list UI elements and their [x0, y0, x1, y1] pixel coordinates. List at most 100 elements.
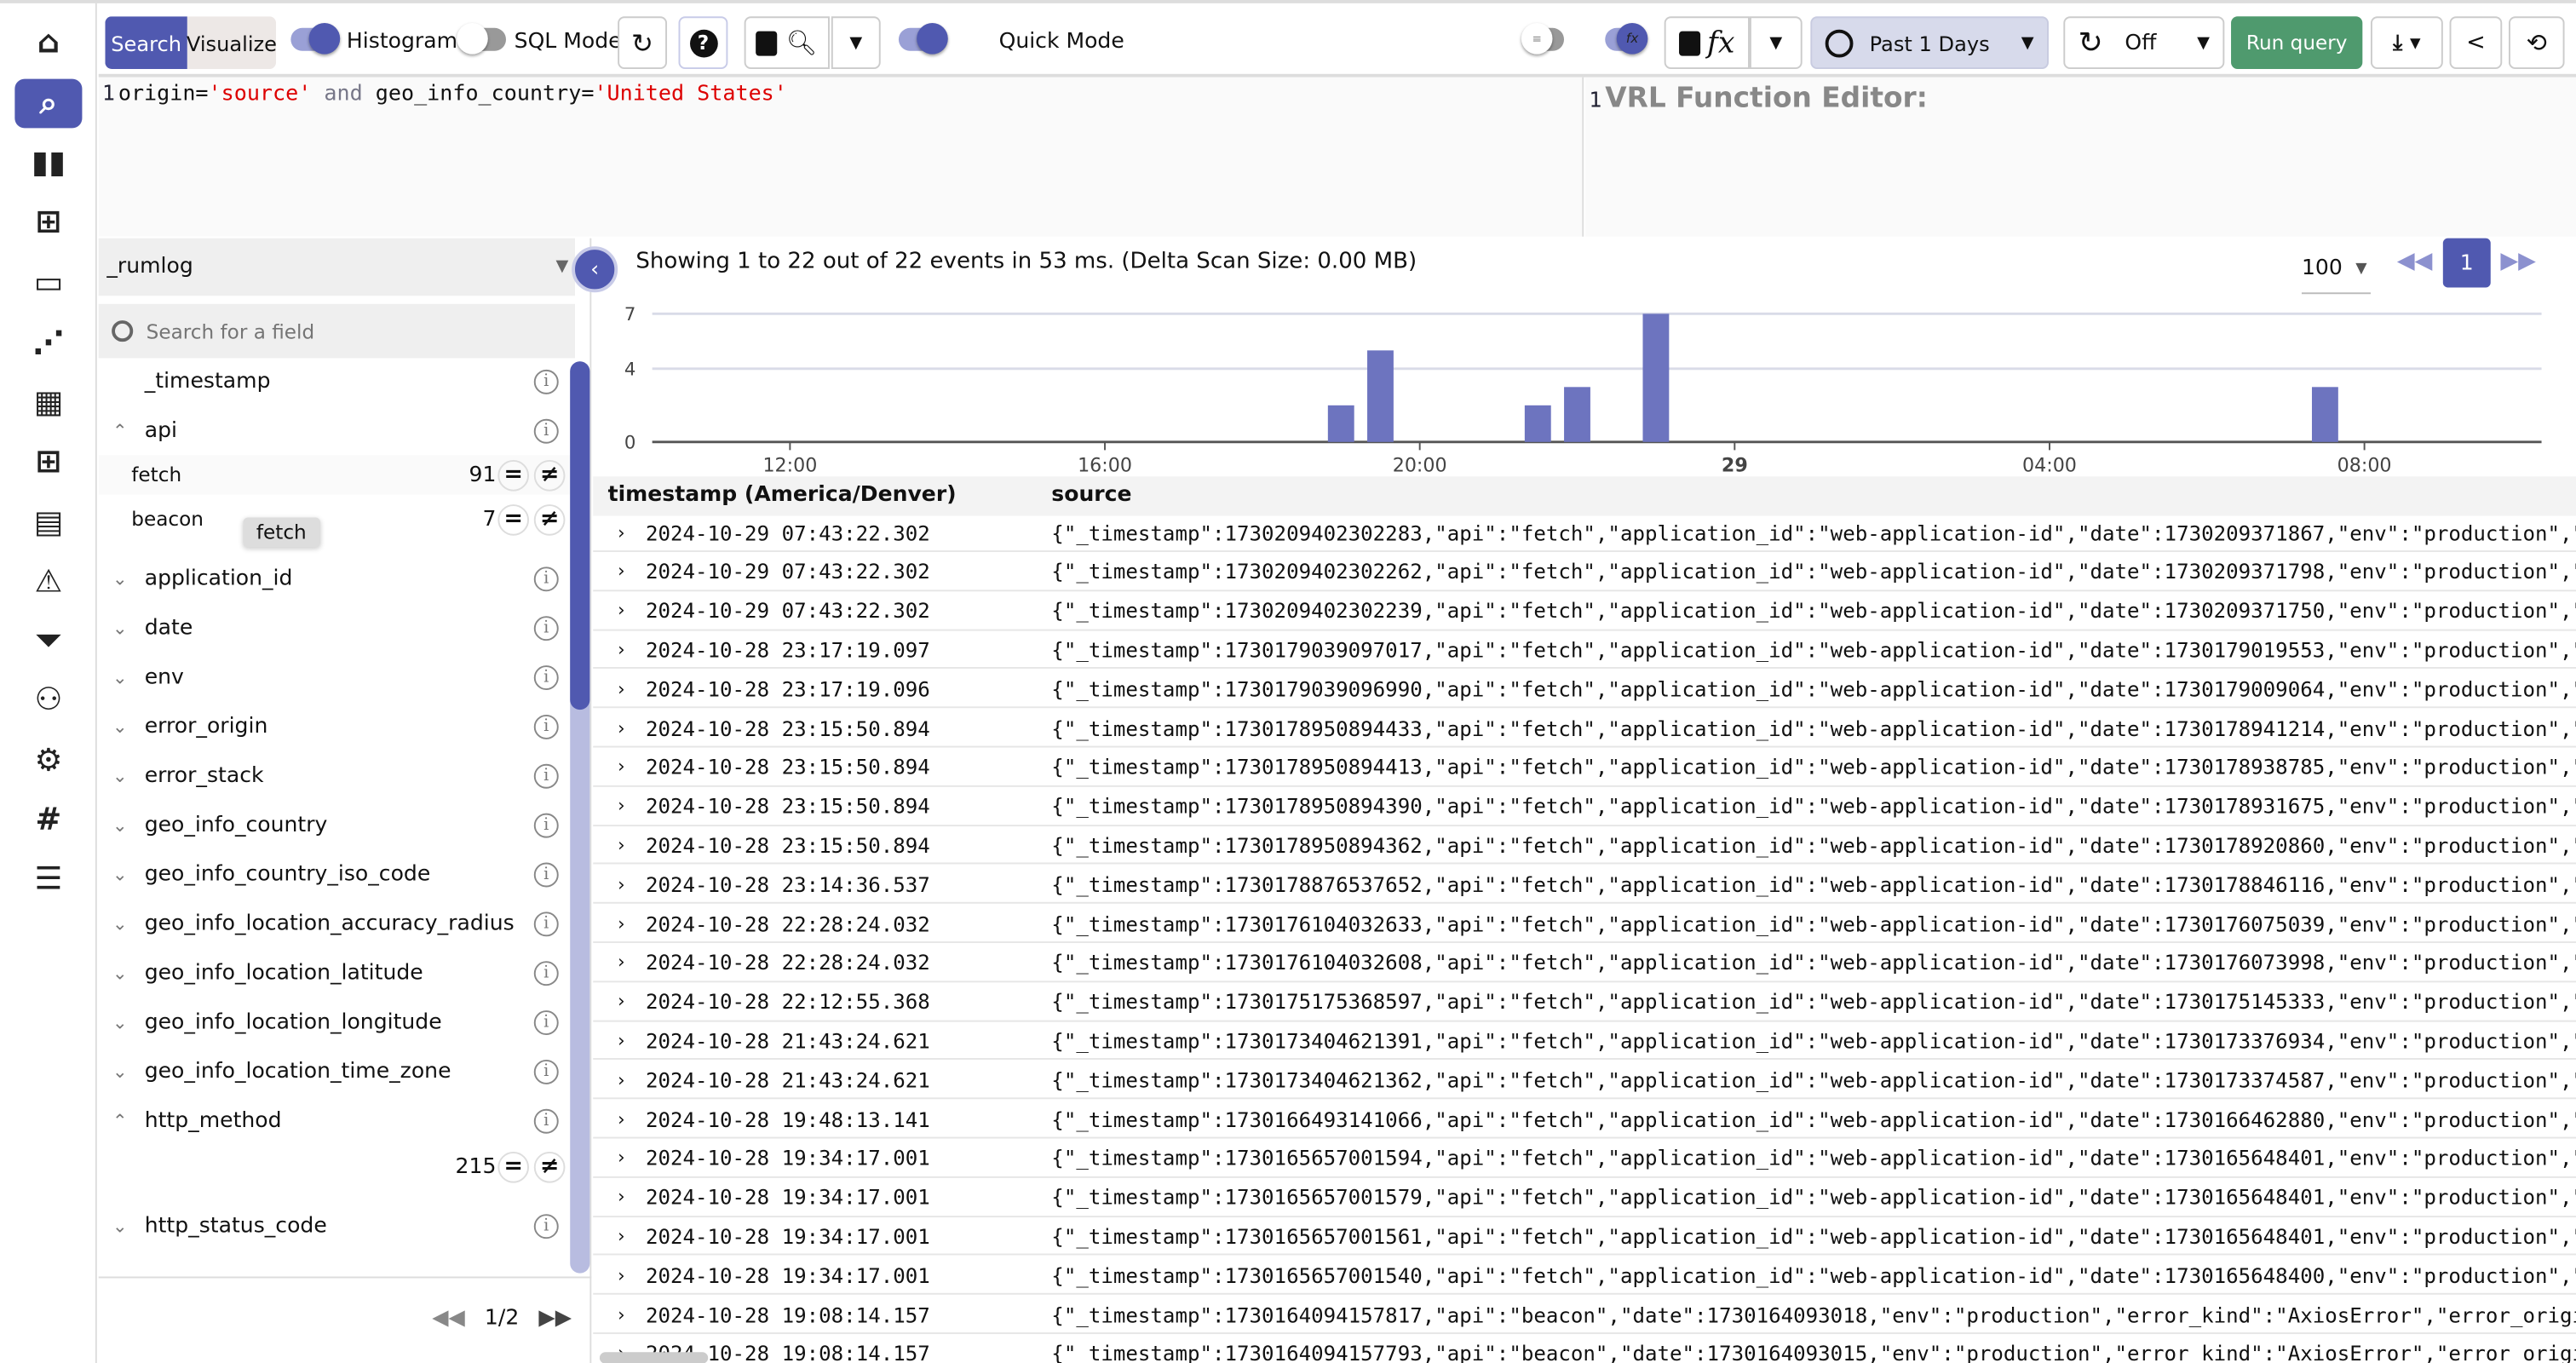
- info-icon[interactable]: i: [533, 1107, 559, 1133]
- next-page-icon[interactable]: ▶▶: [2500, 248, 2536, 274]
- chevron-down-icon[interactable]: ⌄: [105, 716, 135, 737]
- field-error_origin[interactable]: ⌄ error_origin i: [99, 703, 575, 749]
- column-header-timestamp[interactable]: timestamp (America/Denver): [608, 483, 957, 508]
- nav-item-about[interactable]: ☰: [14, 854, 82, 904]
- chevron-up-icon[interactable]: ⌃: [105, 1110, 135, 1131]
- expand-row-icon[interactable]: ›: [618, 1030, 624, 1051]
- not-equals-icon[interactable]: ≠: [533, 459, 566, 491]
- nav-item-metrics[interactable]: ▮▮: [14, 138, 82, 187]
- table-row[interactable]: › 2024-10-28 23:15:50.894 {"_timestamp":17…: [593, 749, 2576, 787]
- expand-row-icon[interactable]: ›: [618, 1303, 624, 1325]
- field-search-input[interactable]: [146, 319, 541, 343]
- nav-item-settings[interactable]: ⚙: [14, 736, 82, 785]
- field-_timestamp[interactable]: _timestamp i: [99, 358, 575, 404]
- expand-row-icon[interactable]: ›: [618, 873, 624, 894]
- wrap-toggle[interactable]: ≡: [1521, 23, 1565, 55]
- expand-row-icon[interactable]: ›: [618, 1226, 624, 1247]
- field-api[interactable]: ⌃ api i: [99, 407, 575, 453]
- expand-row-icon[interactable]: ›: [618, 678, 624, 699]
- equals-icon[interactable]: =: [497, 1150, 530, 1182]
- chevron-down-icon[interactable]: ⌄: [105, 814, 135, 836]
- nav-item-pipelines[interactable]: ⋰: [14, 319, 82, 368]
- table-row[interactable]: › 2024-10-28 19:34:17.001 {"_timestamp":17…: [593, 1218, 2576, 1257]
- table-row[interactable]: › 2024-10-28 23:17:19.097 {"_timestamp":17…: [593, 631, 2576, 670]
- info-icon[interactable]: i: [533, 1213, 559, 1239]
- expand-row-icon[interactable]: ›: [618, 756, 624, 778]
- expand-row-icon[interactable]: ›: [618, 912, 624, 934]
- saved-views-button[interactable]: 🔍︎: [744, 16, 830, 70]
- history-button[interactable]: ⟲: [2508, 16, 2565, 70]
- table-row[interactable]: › 2024-10-28 19:34:17.001 {"_timestamp":17…: [593, 1140, 2576, 1178]
- horizontal-scrollbar[interactable]: [599, 1352, 709, 1363]
- field-geo_info_location_latitude[interactable]: ⌄ geo_info_location_latitude i: [99, 950, 575, 996]
- field-list-scrollbar[interactable]: [570, 361, 590, 1274]
- table-row[interactable]: › 2024-10-28 22:28:24.032 {"_timestamp":17…: [593, 945, 2576, 982]
- chevron-down-icon[interactable]: ⌄: [105, 1215, 135, 1236]
- reset-button[interactable]: ↻: [618, 16, 668, 70]
- tab-visualize[interactable]: Visualize: [187, 16, 276, 70]
- table-row[interactable]: › 2024-10-28 21:43:24.621 {"_timestamp":17…: [593, 1022, 2576, 1061]
- chevron-down-icon[interactable]: ⌄: [105, 765, 135, 786]
- download-button[interactable]: ⤓ ▾: [2370, 16, 2443, 70]
- column-header-source[interactable]: source: [1051, 483, 1131, 508]
- info-icon[interactable]: i: [533, 566, 559, 591]
- nav-item-rum[interactable]: ▭: [14, 258, 82, 308]
- function-dropdown[interactable]: ▼: [1749, 16, 1803, 70]
- expand-row-icon[interactable]: ›: [618, 561, 624, 582]
- nav-item-streams[interactable]: ⊞: [14, 437, 82, 486]
- info-icon[interactable]: i: [533, 861, 559, 887]
- field-value-row[interactable]: 215 = ≠: [99, 1147, 575, 1186]
- table-row[interactable]: › 2024-10-28 23:15:50.894 {"_timestamp":17…: [593, 788, 2576, 826]
- nav-item-alerts[interactable]: ⚠: [14, 557, 82, 607]
- expand-row-icon[interactable]: ›: [618, 600, 624, 621]
- field-value-row[interactable]: fetch 91 = ≠: [98, 455, 576, 495]
- field-http_method[interactable]: ⌃ http_method i: [99, 1097, 575, 1143]
- table-row[interactable]: › 2024-10-29 07:43:22.302 {"_timestamp":17…: [593, 554, 2576, 591]
- table-row[interactable]: ›2024-10-28 19:08:14.157{"_timestamp":17…: [593, 1297, 2576, 1335]
- expand-row-icon[interactable]: ›: [618, 1264, 624, 1285]
- expand-row-icon[interactable]: ›: [618, 835, 624, 856]
- prev-page-icon[interactable]: ◀◀: [432, 1306, 465, 1331]
- nav-item-search[interactable]: ⌕: [14, 78, 83, 129]
- tab-search[interactable]: Search: [105, 16, 187, 70]
- expand-row-icon[interactable]: ›: [618, 1108, 624, 1130]
- expand-row-icon[interactable]: ›: [618, 639, 624, 660]
- sql-mode-toggle[interactable]: [457, 23, 507, 55]
- field-geo_info_location_time_zone[interactable]: ⌄ geo_info_location_time_zone i: [99, 1048, 575, 1094]
- stream-select[interactable]: _rumlog ▼: [98, 238, 576, 296]
- table-row[interactable]: ›2024-10-28 19:08:14.157{"_timestamp":17…: [593, 1336, 2576, 1363]
- save-function-button[interactable]: fx: [1664, 16, 1750, 70]
- table-row[interactable]: › 2024-10-28 19:48:13.141 {"_timestamp":17…: [593, 1101, 2576, 1139]
- chevron-up-icon[interactable]: ⌃: [105, 420, 135, 441]
- field-application_id[interactable]: ⌄ application_id i: [99, 555, 575, 601]
- field-geo_info_location_accuracy_radius[interactable]: ⌄ geo_info_location_accuracy_radius i: [99, 900, 575, 946]
- info-icon[interactable]: i: [533, 1058, 559, 1084]
- chevron-down-icon[interactable]: ⌄: [105, 1011, 135, 1032]
- table-row[interactable]: › 2024-10-28 23:15:50.894 {"_timestamp":17…: [593, 710, 2576, 748]
- not-equals-icon[interactable]: ≠: [533, 503, 566, 535]
- expand-row-icon[interactable]: ›: [618, 952, 624, 973]
- field-value-row[interactable]: beacon 7 = ≠: [99, 499, 575, 538]
- info-icon[interactable]: i: [533, 960, 559, 986]
- table-row[interactable]: › 2024-10-28 21:43:24.621 {"_timestamp":17…: [593, 1061, 2576, 1100]
- chevron-down-icon[interactable]: ⌄: [105, 666, 135, 687]
- not-equals-icon[interactable]: ≠: [533, 1150, 566, 1182]
- field-http_status_code[interactable]: ⌄ http_status_code i: [99, 1203, 575, 1249]
- field-geo_info_location_longitude[interactable]: ⌄ geo_info_location_longitude i: [99, 999, 575, 1045]
- nav-item-slack[interactable]: #: [14, 795, 82, 844]
- saved-views-dropdown[interactable]: ▼: [831, 16, 881, 70]
- nav-item-reports[interactable]: ▤: [14, 497, 82, 547]
- chevron-down-icon[interactable]: ⌄: [105, 567, 135, 589]
- run-query-button[interactable]: Run query: [2231, 16, 2363, 70]
- table-row[interactable]: › 2024-10-28 19:34:17.001 {"_timestamp":17…: [593, 1179, 2576, 1217]
- page-button[interactable]: 1: [2442, 238, 2491, 288]
- collapse-fields-button[interactable]: ‹: [572, 246, 618, 293]
- expand-row-icon[interactable]: ›: [618, 1187, 624, 1208]
- chevron-down-icon[interactable]: ⌄: [105, 912, 135, 934]
- table-row[interactable]: › 2024-10-28 22:28:24.032 {"_timestamp":17…: [593, 906, 2576, 944]
- info-icon[interactable]: i: [533, 615, 559, 641]
- vrl-function-editor[interactable]: 1 VRL Function Editor:: [1585, 77, 2576, 237]
- per-page-select[interactable]: 100 ▼: [2301, 244, 2371, 295]
- nav-item-home[interactable]: ⌂: [14, 18, 82, 67]
- field-date[interactable]: ⌄ date i: [99, 605, 575, 651]
